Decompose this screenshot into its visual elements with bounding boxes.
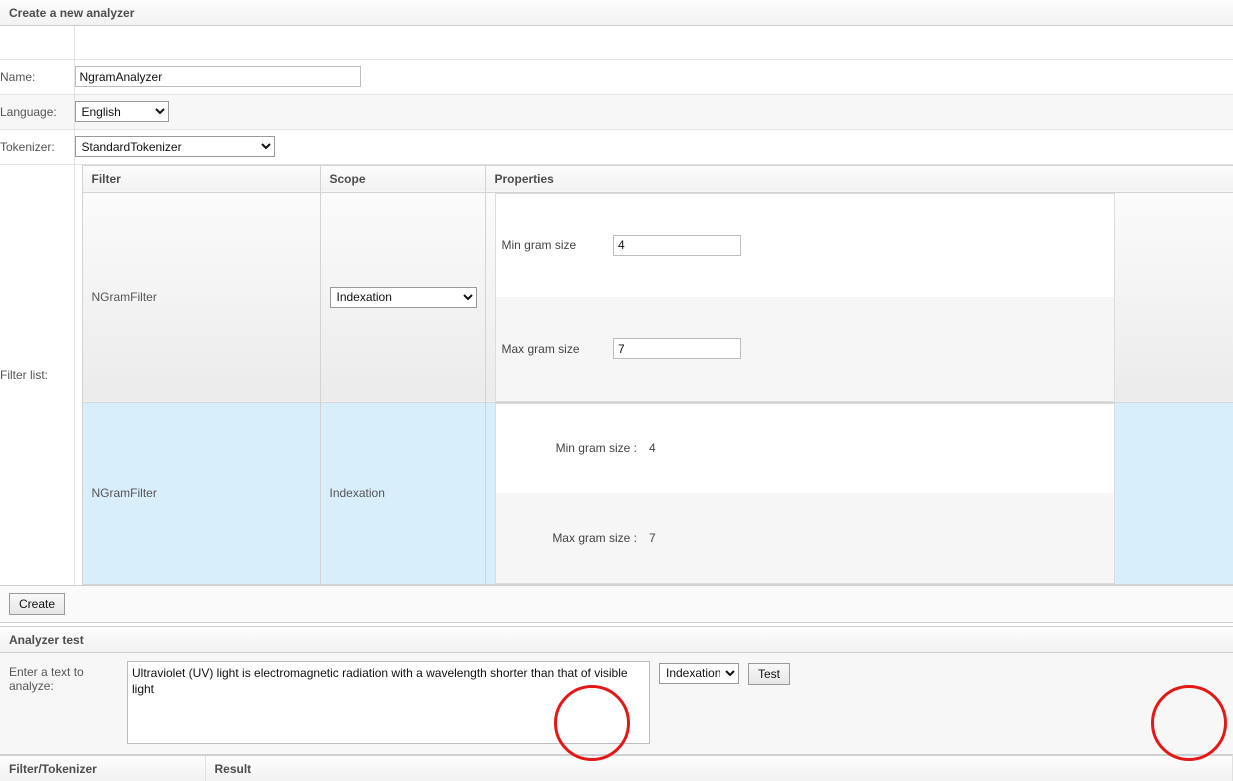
create-button[interactable]: Create (9, 592, 66, 615)
create-button-bar: Create (0, 584, 1233, 622)
filter-table-header-row: Filter Scope Properties (81, 164, 1233, 193)
filter-row-editable: NGramFilter Indexation Min gram size 4 M… (81, 192, 1233, 403)
max-gram-size-label: Max gram size (495, 297, 607, 401)
language-field-cell: English (74, 94, 1233, 130)
test-scope-select[interactable]: Indexation (659, 662, 739, 684)
form-spacer-row (0, 26, 1233, 60)
max-gram-size-cell (607, 297, 1114, 401)
test-button[interactable]: Test (748, 662, 791, 685)
tokenizer-field-cell: StandardTokenizer (74, 129, 1233, 165)
min-gram-size-cell (607, 193, 1114, 297)
results-header-row: Filter/Tokenizer Result (0, 754, 1233, 781)
filter-table: Filter Scope Properties NGramFilter Inde… (81, 164, 1233, 585)
property-row-max: Max gram size (495, 297, 1114, 401)
saved-min-gram-size-label: Min gram size : (555, 441, 637, 456)
filter-row-name: NGramFilter (81, 192, 321, 403)
spacer-field-cell (74, 26, 1233, 60)
analyze-text-input[interactable]: Ultraviolet (UV) light is electromagneti… (127, 660, 650, 744)
saved-filter-scope: Indexation (319, 402, 486, 585)
name-label: Name: (0, 59, 75, 95)
language-label: Language: (0, 94, 75, 130)
tokenizer-label: Tokenizer: (0, 129, 75, 165)
analyzer-test-body: Enter a text to analyze: Ultraviolet (UV… (0, 652, 1233, 754)
filter-properties-table: Min gram size Max gram size (494, 192, 1115, 402)
create-analyzer-panel: Create a new analyzer Name: Language: En… (0, 0, 1233, 623)
results-column-header-result: Result (205, 754, 1233, 781)
saved-filter-properties-cell: Min gram size : 4 Max gram size : 7 (484, 402, 1233, 585)
analyzer-test-title: Analyzer test (0, 626, 1233, 653)
analyzer-test-panel: Analyzer test Enter a text to analyze: U… (0, 625, 1233, 755)
spacer-label-cell (0, 26, 75, 60)
min-gram-size-input[interactable] (613, 234, 741, 256)
saved-filter-name: NGramFilter (81, 402, 321, 585)
filter-column-header: Filter (81, 164, 321, 193)
filter-list-label: Filter list: (0, 164, 75, 585)
form-row-filterlist: Filter list: Filter Scope Properties NGr… (0, 164, 1233, 585)
analyze-text-label: Enter a text to analyze: (9, 664, 84, 693)
results-column-header-filter: Filter/Tokenizer (0, 754, 206, 781)
app-page: Create a new analyzer Name: Language: En… (0, 0, 1233, 781)
property-row-min: Min gram size (495, 193, 1114, 297)
scope-column-header: Scope (320, 164, 486, 193)
filter-row-properties-cell: Min gram size Max gram size (484, 192, 1233, 403)
create-analyzer-title: Create a new analyzer (0, 0, 1233, 26)
saved-property-row-min: Min gram size : 4 (495, 403, 1114, 493)
create-analyzer-form: Name: Language: English Tokenizer: Stand… (0, 26, 1233, 585)
form-row-name: Name: (0, 59, 1233, 95)
results-table: Filter/Tokenizer Result StandardTokenize… (0, 754, 1233, 781)
form-row-language: Language: English (0, 94, 1233, 130)
name-field-cell (74, 59, 1233, 95)
filter-row-scope-cell: Indexation (319, 192, 486, 403)
saved-max-gram-size-value: 7 (643, 493, 1114, 583)
form-row-tokenizer: Tokenizer: StandardTokenizer (0, 129, 1233, 165)
max-gram-size-input[interactable] (613, 338, 741, 360)
saved-max-gram-size-label: Max gram size : (495, 493, 643, 583)
min-gram-size-label: Min gram size (501, 238, 577, 253)
properties-column-header: Properties (485, 164, 1233, 193)
saved-properties-table: Min gram size : 4 Max gram size : 7 (494, 402, 1115, 584)
filter-scope-select[interactable]: Indexation (329, 286, 477, 308)
analyzer-name-input[interactable] (74, 66, 361, 87)
filter-row-saved[interactable]: NGramFilter Indexation Min gram size : 4 (81, 402, 1233, 585)
tokenizer-select[interactable]: StandardTokenizer (74, 136, 275, 157)
saved-property-row-max: Max gram size : 7 (495, 493, 1114, 583)
saved-min-gram-size-value: 4 (649, 441, 656, 456)
filter-list-cell: Filter Scope Properties NGramFilter Inde… (74, 164, 1233, 585)
language-select[interactable]: English (74, 101, 169, 122)
